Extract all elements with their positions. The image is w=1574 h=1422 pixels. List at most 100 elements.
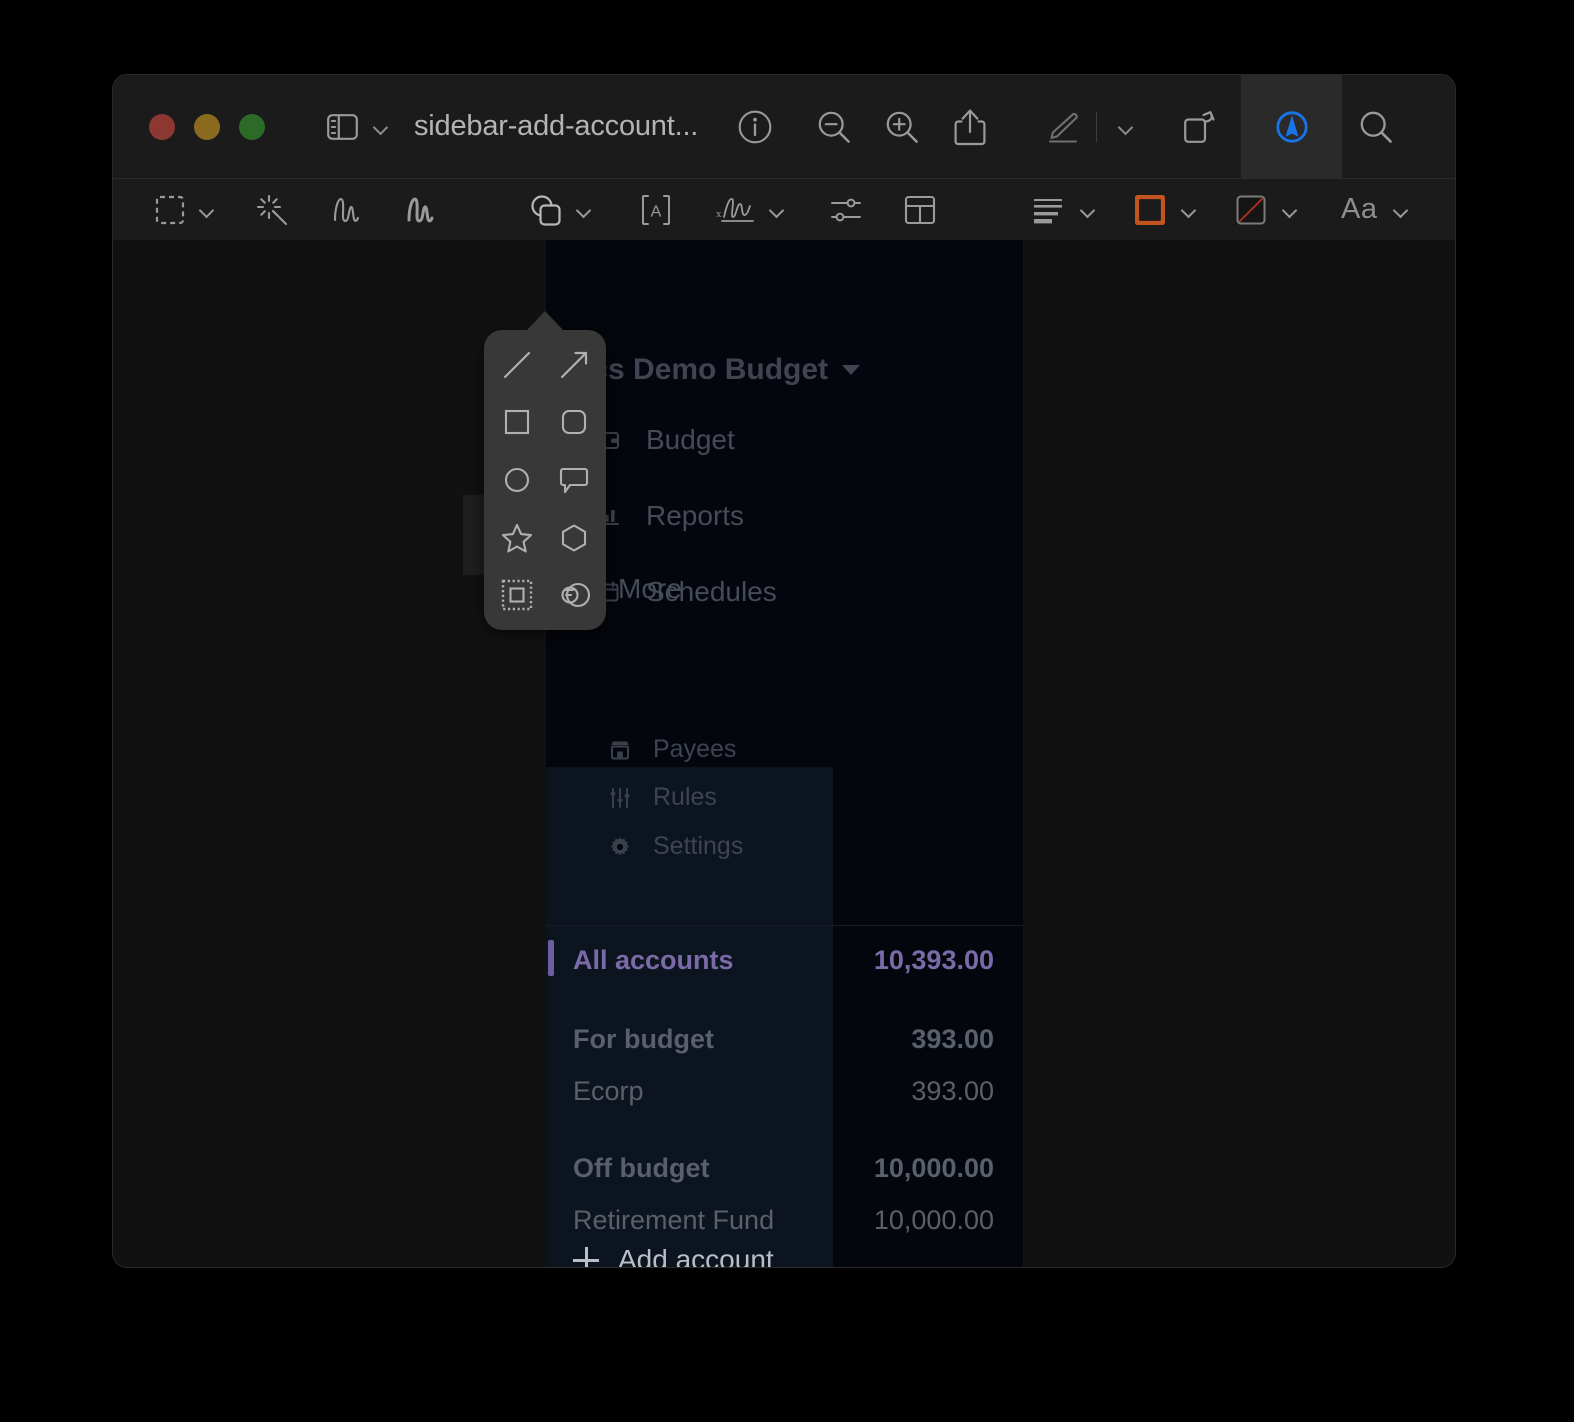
chevron-down-icon bbox=[770, 205, 784, 214]
account-name: For budget bbox=[573, 1024, 714, 1054]
search-button[interactable] bbox=[1358, 75, 1394, 178]
text-box-a-icon: A bbox=[641, 194, 671, 226]
sidebar-item-budget[interactable]: Budget bbox=[596, 424, 735, 456]
share-button[interactable] bbox=[954, 75, 986, 178]
instant-alpha-tool-button[interactable] bbox=[256, 179, 288, 241]
gear-icon bbox=[608, 835, 631, 858]
chevron-down-icon bbox=[200, 205, 214, 214]
shape-line-option[interactable] bbox=[488, 336, 545, 394]
mask-selection-icon bbox=[501, 579, 533, 611]
minimize-button[interactable] bbox=[194, 113, 220, 140]
border-color-swatch-icon bbox=[1135, 194, 1165, 225]
document-title: sidebar-add-account... bbox=[414, 110, 699, 142]
close-button[interactable] bbox=[149, 113, 175, 140]
chevron-down-icon bbox=[374, 122, 388, 131]
sidebar-toggle-button[interactable] bbox=[327, 75, 388, 178]
shapes-icon bbox=[528, 193, 562, 227]
account-group-for-budget[interactable]: For budget 393.00 bbox=[546, 1024, 1023, 1055]
rotate-button[interactable] bbox=[1183, 75, 1217, 178]
account-balance: 10,393.00 bbox=[873, 945, 994, 975]
account-balance: 393.00 bbox=[911, 1076, 994, 1106]
adjust-size-tool-button[interactable] bbox=[904, 179, 936, 241]
rotate-left-icon bbox=[1183, 110, 1217, 144]
zoom-in-button[interactable] bbox=[884, 75, 920, 178]
sidebar-item-settings[interactable]: Settings bbox=[608, 832, 743, 861]
sidebar-item-reports[interactable]: Reports bbox=[596, 500, 744, 532]
line-icon bbox=[500, 348, 534, 382]
sidebar-item-rules[interactable]: Rules bbox=[608, 783, 717, 812]
budget-selector[interactable]: ocs Demo Budget bbox=[573, 353, 861, 387]
fill-none-swatch-icon bbox=[1236, 195, 1266, 225]
window-titlebar: sidebar-add-account... bbox=[113, 75, 1455, 178]
sliders-icon bbox=[608, 786, 631, 809]
shape-arrow-option[interactable] bbox=[545, 336, 602, 394]
account-group-off-budget[interactable]: Off budget 10,000.00 bbox=[546, 1153, 1023, 1184]
shape-style-tool-button[interactable] bbox=[1032, 179, 1095, 241]
info-circle-icon bbox=[738, 110, 772, 144]
preview-content-area: ocs Demo Budget Budget Reports Schedules… bbox=[113, 240, 1455, 1267]
border-color-tool-button[interactable] bbox=[1135, 179, 1196, 241]
highlight-options-button[interactable] bbox=[1096, 75, 1133, 178]
magnifier-plus-icon bbox=[884, 109, 920, 145]
sidebar-divider bbox=[546, 925, 1023, 926]
sidebar-more-label: More bbox=[618, 573, 682, 604]
add-account-button[interactable]: Add account bbox=[573, 1244, 774, 1267]
account-row-retirement-fund[interactable]: Retirement Fund 10,000.00 bbox=[546, 1205, 1023, 1236]
fill-color-tool-button[interactable] bbox=[1236, 179, 1297, 241]
budget-name-label: ocs Demo Budget bbox=[573, 353, 829, 386]
sidebar-item-payees[interactable]: Payees bbox=[608, 735, 736, 764]
dashed-rect-icon bbox=[155, 195, 185, 225]
crop-layout-icon bbox=[904, 195, 936, 225]
line-weights-icon bbox=[1032, 196, 1064, 224]
draw-tool-button[interactable] bbox=[404, 179, 436, 241]
hexagon-icon bbox=[558, 522, 590, 554]
shape-star-option[interactable] bbox=[488, 509, 545, 567]
loupe-tool-option[interactable] bbox=[545, 566, 602, 624]
sketch-squiggle-icon bbox=[330, 194, 362, 226]
triangle-down-icon bbox=[842, 365, 861, 375]
sidebar-item-label: Settings bbox=[653, 832, 744, 860]
account-name: Ecorp bbox=[573, 1076, 644, 1106]
sidebar-item-label: Payees bbox=[653, 735, 737, 763]
shape-rounded-square-option[interactable] bbox=[545, 394, 602, 452]
highlight-button[interactable] bbox=[1046, 75, 1080, 178]
circle-icon bbox=[502, 465, 532, 495]
zoom-out-button[interactable] bbox=[816, 75, 852, 178]
zoom-button[interactable] bbox=[239, 113, 265, 140]
mask-tool-option[interactable] bbox=[488, 566, 545, 624]
chevron-down-icon bbox=[1081, 205, 1095, 214]
text-tool-button[interactable]: A bbox=[641, 179, 671, 241]
loupe-magnify-icon bbox=[557, 580, 591, 610]
account-row-all-accounts[interactable]: All accounts 10,393.00 bbox=[546, 945, 1023, 976]
shapes-popover[interactable] bbox=[484, 330, 606, 630]
magnifier-minus-icon bbox=[816, 109, 852, 145]
add-account-label: Add account bbox=[618, 1244, 774, 1267]
pencil-highlight-icon bbox=[1046, 110, 1080, 144]
sparkle-wand-icon bbox=[256, 194, 288, 226]
sketch-tool-button[interactable] bbox=[330, 179, 362, 241]
account-row-ecorp[interactable]: Ecorp 393.00 bbox=[546, 1076, 1023, 1107]
shape-circle-option[interactable] bbox=[488, 451, 545, 509]
star-icon bbox=[501, 522, 533, 554]
selection-tool-button[interactable] bbox=[155, 179, 214, 241]
chevron-down-icon bbox=[577, 205, 591, 214]
adjust-color-tool-button[interactable] bbox=[830, 179, 862, 241]
shape-polygon-option[interactable] bbox=[545, 509, 602, 567]
account-balance: 393.00 bbox=[911, 1024, 994, 1054]
signature-tool-button[interactable]: x bbox=[715, 179, 784, 241]
info-button[interactable] bbox=[738, 75, 772, 178]
chevron-down-icon bbox=[1182, 205, 1196, 214]
shape-square-option[interactable] bbox=[488, 394, 545, 452]
sidebar-toggle-icon bbox=[327, 113, 358, 140]
store-icon bbox=[608, 738, 631, 761]
markup-button[interactable] bbox=[1241, 75, 1343, 178]
shape-speech-bubble-option[interactable] bbox=[545, 451, 602, 509]
sidebar-item-label: Budget bbox=[646, 424, 735, 455]
traffic-light-buttons bbox=[149, 113, 265, 140]
text-style-tool-button[interactable]: Aa bbox=[1341, 179, 1408, 241]
shapes-tool-button[interactable] bbox=[528, 179, 591, 241]
account-name: Off budget bbox=[573, 1153, 710, 1183]
budget-app-sidebar: ocs Demo Budget Budget Reports Schedules… bbox=[546, 240, 1023, 1267]
plus-icon bbox=[573, 1247, 599, 1267]
account-balance: 10,000.00 bbox=[873, 1205, 994, 1235]
